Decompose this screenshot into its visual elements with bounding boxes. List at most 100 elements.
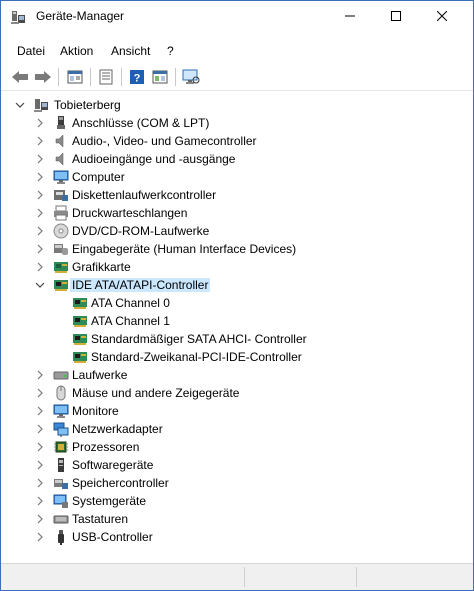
tree-category-row[interactable]: Speichercontroller [2,474,473,492]
expand-chevron-icon[interactable] [35,532,45,542]
toolbar-separator [175,68,176,86]
tree-category-row[interactable]: Grafikkarte [2,258,473,276]
window-title: Geräte-Manager [36,9,125,23]
tree-device-row[interactable]: Standardmäßiger SATA AHCI- Controller [2,330,473,348]
show-hide-tree-button[interactable] [64,67,86,87]
ide-controller-icon [73,316,87,327]
menu-bar: Datei Aktion Ansicht ? [1,41,473,63]
tree-category-label: Monitore [72,404,119,418]
svg-text:?: ? [134,73,141,85]
menu-ansicht[interactable]: Ansicht [111,44,150,58]
menu-datei[interactable]: Datei [17,44,45,58]
status-bar [1,563,473,590]
tree-category-label: Laufwerke [72,368,128,382]
display-adapter-icon [54,262,68,273]
tree-category-row[interactable]: Audioeingänge und -ausgänge [2,150,473,168]
toolbar-separator [58,68,59,86]
expand-chevron-icon[interactable] [35,388,45,398]
tree-category-row[interactable]: Laufwerke [2,366,473,384]
tree-category-row[interactable]: Computer [2,168,473,186]
expand-chevron-icon[interactable] [35,154,45,164]
tree-category-row[interactable]: Druckwarteschlangen [2,204,473,222]
tree-category-row[interactable]: Systemgeräte [2,492,473,510]
tree-category-row[interactable]: USB-Controller [2,528,473,546]
ide-controller-icon [73,352,87,363]
view-button[interactable] [149,67,171,87]
tree-category-label: Systemgeräte [72,494,147,508]
expand-chevron-icon[interactable] [35,190,45,200]
help-button[interactable]: ? [126,67,148,87]
title-bar[interactable]: Geräte-Manager [1,1,473,32]
tree-device-row[interactable]: Standard-Zweikanal-PCI-IDE-Controller [2,348,473,366]
toolbar-separator [90,68,91,86]
expand-chevron-icon[interactable] [35,496,45,506]
speaker-icon [55,134,64,148]
expand-chevron-icon[interactable] [35,172,45,182]
tree-category-row[interactable]: Mäuse und andere Zeigegeräte [2,384,473,402]
tree-category-row[interactable]: Monitore [2,402,473,420]
expand-chevron-icon[interactable] [35,226,45,236]
tree-category-label: DVD/CD-ROM-Laufwerke [72,224,210,238]
menu-aktion[interactable]: Aktion [60,44,93,58]
tree-category-label: Audioeingänge und -ausgänge [72,152,236,166]
keyboard-icon [53,515,69,524]
help-icon: ? [130,70,144,85]
expand-chevron-icon[interactable] [35,262,45,272]
dvd-icon [53,223,69,239]
tree-category-row[interactable]: Eingabegeräte (Human Interface Devices) [2,240,473,258]
device-manager-window: Geräte-Manager Datei Aktion Ansicht ? ? … [0,0,474,591]
close-button[interactable] [419,1,465,31]
expand-chevron-icon[interactable] [35,460,45,470]
expand-chevron-icon[interactable] [35,424,45,434]
tree-category-label: USB-Controller [72,530,153,544]
expand-chevron-icon[interactable] [35,208,45,218]
expand-chevron-icon[interactable] [35,478,45,488]
minimize-button[interactable] [327,1,373,31]
collapse-chevron-icon[interactable] [35,280,45,290]
tree-category-row[interactable]: Audio-, Video- und Gamecontroller [2,132,473,150]
tree-device-row[interactable]: ATA Channel 1 [2,312,473,330]
scan-hardware-button[interactable] [180,67,202,87]
close-icon [437,11,447,21]
back-button[interactable] [9,67,31,87]
expand-chevron-icon[interactable] [35,514,45,524]
forward-button[interactable] [32,67,54,87]
properties-button[interactable] [95,67,117,87]
floppy-controller-icon [54,190,68,201]
status-pane-secondary [245,567,357,587]
expand-chevron-icon[interactable] [35,136,45,146]
tree-device-label: Standard-Zweikanal-PCI-IDE-Controller [91,350,302,364]
status-pane-tertiary [357,567,467,587]
tree-category-label: Softwaregeräte [72,458,154,472]
status-pane-main [1,567,245,587]
tree-category-label: IDE ATA/ATAPI-Controller [70,278,211,292]
speaker-icon [55,152,64,166]
tree-category-row[interactable]: IDE ATA/ATAPI-Controller [2,276,473,294]
tree-category-row[interactable]: Netzwerkadapter [2,420,473,438]
expand-chevron-icon[interactable] [35,442,45,452]
tree-category-row[interactable]: Anschlüsse (COM & LPT) [2,114,473,132]
tree-category-row[interactable]: Softwaregeräte [2,456,473,474]
tree-category-row[interactable]: Prozessoren [2,438,473,456]
system-device-icon [53,494,68,508]
device-tree[interactable]: Tobieterberg Anschlüsse (COM & LPT) Audio… [2,92,473,562]
drive-icon [53,371,69,380]
minimize-icon [345,15,355,17]
expand-chevron-icon[interactable] [35,370,45,380]
expand-chevron-icon[interactable] [35,406,45,416]
monitor-scan-icon [182,69,200,84]
expand-chevron-icon[interactable] [35,244,45,254]
menu-help[interactable]: ? [167,44,174,58]
ide-controller-icon [54,280,68,291]
tree-device-row[interactable]: ATA Channel 0 [2,294,473,312]
tree-root-row[interactable]: Tobieterberg [2,96,473,114]
port-icon [57,116,65,129]
tree-category-row[interactable]: Tastaturen [2,510,473,528]
tree-category-row[interactable]: DVD/CD-ROM-Laufwerke [2,222,473,240]
ide-controller-icon [73,334,87,345]
network-icon [53,422,69,437]
maximize-button[interactable] [373,1,419,31]
tree-category-row[interactable]: Diskettenlaufwerkcontroller [2,186,473,204]
expand-chevron-icon[interactable] [35,118,45,128]
collapse-chevron-icon[interactable] [15,100,25,110]
